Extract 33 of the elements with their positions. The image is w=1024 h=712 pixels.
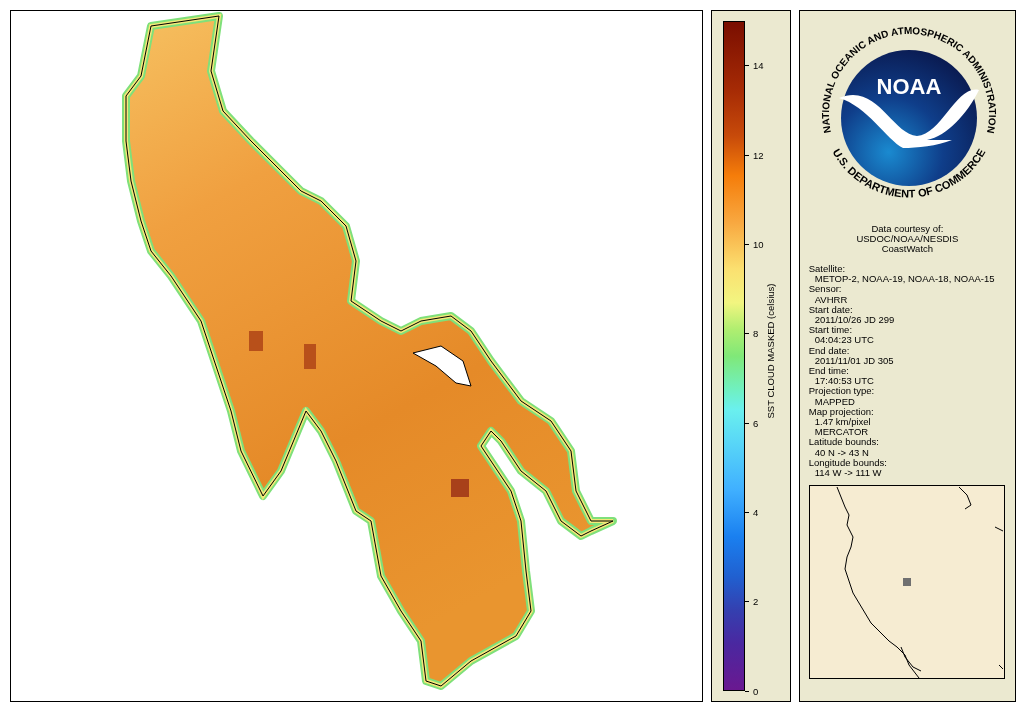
metadata-label: Satellite: [808,264,847,275]
metadata-value: MERCATOR [813,427,869,438]
metadata-value: AVHRR [813,294,849,305]
metadata-label: Start time: [808,325,854,336]
scale-tick-label: 8 [753,328,759,340]
scale-title: SST CLOUD MASKED (celsius) [764,283,776,419]
metadata-value: 40 N -> 43 N [813,447,870,458]
scale-tick-label: 12 [753,149,764,161]
metadata-value: MAPPED [814,396,855,407]
metadata-label: End time: [808,366,850,377]
credit-text: USDOC/NOAA/NESDIS [856,234,959,244]
metadata-label: Sensor: [808,284,843,295]
metadata-value: 114 W -> 111 W [814,468,883,479]
metadata-value: 17:40:53 UTC [813,376,875,387]
credit-text: CoastWatch [880,244,935,254]
metadata-label: Latitude bounds: [808,437,880,448]
scale-tick-label: 10 [753,238,764,250]
scale-tick-label: 4 [753,506,759,518]
metadata-value: 04:04:23 UTC [813,335,875,346]
metadata-label: Longitude bounds: [808,457,888,469]
metadata-value: 1.47 km/pixel [814,417,871,428]
metadata-value: 2011/11/01 JD 305 [813,355,895,367]
metadata-label: Map projection: [808,406,875,418]
metadata-label: End date: [808,345,851,356]
credit-text: Data courtesy of: [870,224,945,234]
scale-tick-label: 6 [753,417,759,429]
metadata-label: Projection type: [808,386,876,397]
metadata-label: Start date: [808,304,854,315]
metadata-value: METOP-2, NOAA-19, NOAA-18, NOAA-15 [813,274,996,285]
metadata-value: 2011/10/26 JD 299 [813,315,896,326]
scale-tick-label: 2 [753,596,759,608]
scale-tick-label: 0 [753,685,759,697]
scale-tick-label: 14 [753,60,764,72]
